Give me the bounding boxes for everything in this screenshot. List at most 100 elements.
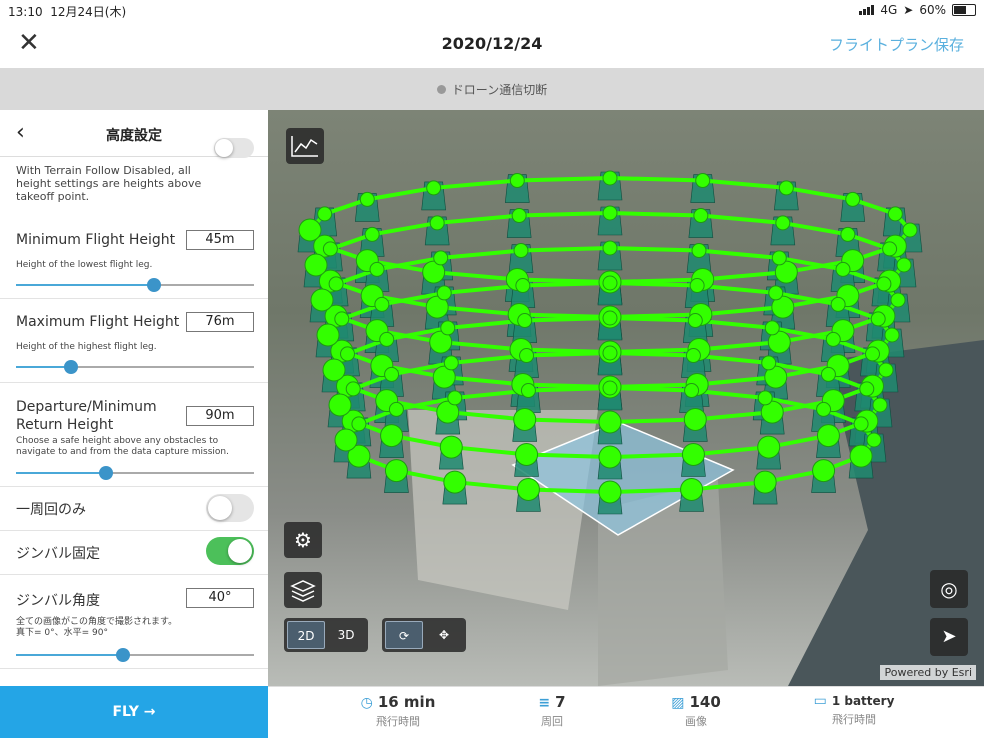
slider-knob[interactable]: [63, 360, 78, 374]
settings-gear-icon[interactable]: ⚙: [284, 522, 322, 558]
connection-status-text: ドローン通信切断: [451, 82, 548, 97]
waypoint: [602, 205, 618, 221]
nav-bar: ✕ 2020/12/24 フライトプラン保存: [0, 20, 984, 68]
waypoint: [812, 459, 836, 483]
waypoint: [520, 383, 536, 399]
waypoint: [317, 206, 333, 222]
waypoint: [830, 296, 846, 312]
departure-height-label: Departure/Minimum Return Height: [16, 399, 157, 433]
waypoint: [513, 243, 529, 259]
waypoint: [322, 358, 346, 382]
image-icon: ▨: [671, 695, 685, 711]
view-2d-button[interactable]: 2D: [287, 621, 325, 649]
map-scene[interactable]: [268, 110, 984, 686]
waypoint: [764, 320, 780, 336]
stat-laps: ≡ 7 周回: [482, 693, 622, 729]
waypoint: [602, 240, 618, 256]
stat-flight-time: ◷ 16 min 飛行時間: [328, 693, 468, 729]
departure-height-slider[interactable]: [16, 466, 254, 480]
waypoint: [602, 310, 618, 326]
fly-button[interactable]: FLY →: [0, 686, 268, 738]
gimbal-angle-slider[interactable]: [16, 648, 254, 662]
waypoint: [440, 320, 456, 336]
map-3d-view[interactable]: ⚙ 2D 3D ⟳ ✥ ◎ ➤ Powered by Esri: [268, 110, 984, 686]
stat-value: 140: [689, 693, 721, 711]
waypoint: [334, 428, 358, 452]
waypoint: [340, 346, 356, 362]
compass-navigation-icon[interactable]: ➤: [930, 618, 968, 656]
max-height-label: Maximum Flight Height: [16, 314, 180, 330]
departure-height-help: Choose a safe height above any obstacles…: [16, 436, 229, 457]
waypoint: [845, 191, 861, 207]
status-bar: 13:10 12月24日(木) 4G ➤ 60%: [0, 0, 984, 20]
waypoint: [322, 241, 338, 257]
save-flight-plan-button[interactable]: フライトプラン保存: [829, 34, 964, 55]
locate-me-icon[interactable]: ◎: [930, 570, 968, 608]
status-dot-icon: [436, 84, 446, 94]
waypoint: [681, 442, 705, 466]
waypoint: [426, 180, 442, 196]
gimbal-lock-toggle[interactable]: [206, 537, 254, 565]
single-lap-toggle[interactable]: [206, 494, 254, 522]
slider-knob[interactable]: [99, 466, 114, 480]
gimbal-lock-label: ジンバル固定: [16, 546, 100, 562]
waypoint: [835, 261, 851, 277]
waypoint: [516, 477, 540, 501]
departure-height-input[interactable]: 90m: [186, 406, 254, 426]
gimbal-angle-help: 全ての画像がこの角度で撮影されます。: [16, 617, 178, 627]
esri-attribution[interactable]: Powered by Esri: [880, 665, 976, 680]
building-block: [408, 410, 598, 610]
waypoint: [778, 180, 794, 196]
waypoint: [598, 445, 622, 469]
signal-icon: [859, 5, 875, 15]
min-height-slider[interactable]: [16, 278, 254, 292]
waypoint: [602, 275, 618, 291]
waypoint: [316, 323, 340, 347]
waypoint: [757, 435, 781, 459]
mission-stats-bar: ◷ 16 min 飛行時間 ≡ 7 周回 ▨ 140 画像 ▭ 1 battery 飛行…: [268, 686, 984, 739]
rotate-icon[interactable]: ⟳: [385, 621, 423, 649]
battery-percent: 60%: [919, 3, 946, 17]
waypoint: [864, 346, 880, 362]
gimbal-angle-input[interactable]: 40°: [186, 588, 254, 608]
max-height-slider[interactable]: [16, 360, 254, 374]
waypoint: [870, 311, 886, 327]
waypoint: [436, 285, 452, 301]
waypoint: [328, 276, 344, 292]
waypoint: [602, 170, 618, 186]
slider-knob[interactable]: [147, 278, 162, 292]
waypoint: [887, 206, 903, 222]
waypoint: [753, 470, 777, 494]
laps-icon: ≡: [538, 695, 551, 711]
min-height-input[interactable]: 45m: [186, 230, 254, 250]
elevation-profile-button[interactable]: [286, 128, 324, 164]
max-height-input[interactable]: 76m: [186, 312, 254, 332]
waypoint: [515, 442, 539, 466]
waypoint: [825, 331, 841, 347]
waypoint: [513, 407, 537, 431]
waypoint: [691, 243, 707, 259]
waypoint: [602, 380, 618, 396]
waypoint: [872, 397, 888, 413]
stat-value: 16 min: [377, 693, 436, 711]
waypoint: [351, 416, 367, 432]
stat-label: 飛行時間: [832, 713, 876, 726]
waypoint: [304, 253, 328, 277]
terrain-follow-toggle[interactable]: [214, 138, 254, 158]
waypoint: [775, 215, 791, 231]
stat-value: 7: [555, 693, 566, 711]
waypoint: [896, 257, 912, 273]
terrain-note: With Terrain Follow Disabled, all height…: [16, 164, 202, 203]
slider-knob[interactable]: [116, 648, 131, 662]
waypoint: [884, 327, 900, 343]
stat-battery: ▭ 1 battery 飛行時間: [784, 693, 924, 727]
gimbal-lock-section: ジンバル固定: [0, 530, 268, 575]
waypoint: [298, 218, 322, 242]
single-lap-label: 一周回のみ: [16, 502, 86, 518]
pan-move-icon[interactable]: ✥: [425, 621, 463, 649]
layers-icon[interactable]: [284, 572, 322, 608]
view-3d-button[interactable]: 3D: [327, 621, 365, 649]
waypoint: [853, 416, 869, 432]
waypoint: [598, 480, 622, 504]
waypoint: [384, 366, 400, 382]
